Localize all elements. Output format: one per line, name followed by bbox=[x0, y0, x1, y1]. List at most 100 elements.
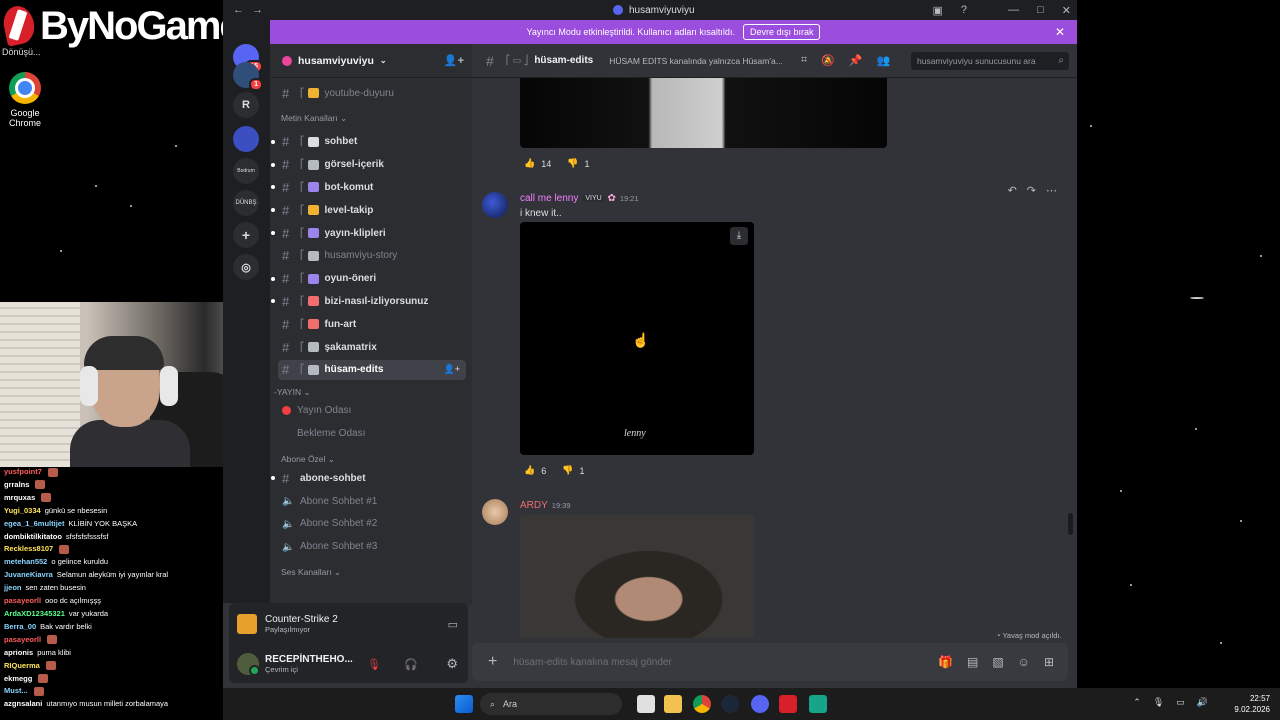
category-yayin[interactable]: -YAYIN ⌄ bbox=[274, 387, 311, 398]
deafen-icon[interactable]: 🎧 bbox=[404, 658, 418, 671]
stream-app-icon[interactable] bbox=[779, 695, 797, 713]
task-view-icon[interactable] bbox=[637, 695, 655, 713]
clock[interactable]: 22:57 9.02.2026 bbox=[1234, 693, 1270, 715]
message-author[interactable]: call me lenny VIYU ✿ 19:21 bbox=[520, 193, 639, 204]
attach-plus-icon[interactable]: + bbox=[488, 653, 497, 671]
apps-icon[interactable]: ⊞ bbox=[1044, 655, 1054, 669]
voice-channel-item[interactable]: Yayın Odası bbox=[278, 401, 466, 421]
channel-item[interactable]: # ⎡ bizi-nasıl-izliyorsunuz bbox=[271, 291, 466, 311]
channel-item[interactable]: # ⎡ sohbet bbox=[271, 132, 466, 152]
close-banner-icon[interactable]: ✕ bbox=[1055, 25, 1065, 39]
server-header[interactable]: husamviyuviyu ⌄ 👤+ bbox=[270, 44, 472, 78]
chat-username: jjeon bbox=[4, 583, 22, 593]
forward-icon[interactable]: ↷ bbox=[1027, 184, 1036, 197]
threads-icon[interactable]: ⌗ bbox=[801, 54, 807, 67]
channel-name: Abone Sohbet #1 bbox=[300, 495, 378, 507]
channel-name: bot-komut bbox=[324, 181, 374, 193]
server-avatar-3[interactable] bbox=[233, 126, 259, 152]
channel-item[interactable]: # ⎡ şakamatrix bbox=[278, 337, 466, 357]
more-icon[interactable]: ⋯ bbox=[1046, 184, 1057, 197]
file-explorer-icon[interactable] bbox=[664, 695, 682, 713]
nav-arrows-icon[interactable]: ←→ bbox=[233, 4, 271, 16]
scrollbar[interactable] bbox=[1068, 513, 1073, 535]
sticker-icon[interactable]: ▧ bbox=[992, 655, 1003, 669]
desktop-icon-chrome[interactable]: Google Chrome bbox=[4, 72, 46, 128]
minimize-button[interactable]: — bbox=[1008, 4, 1019, 17]
category-abone-ozel[interactable]: Abone Özel ⌄ bbox=[281, 454, 335, 465]
chat-username: yusfpoint7 bbox=[4, 467, 42, 476]
close-button[interactable]: ✕ bbox=[1062, 4, 1071, 17]
mic-muted-icon[interactable]: 🎙 bbox=[367, 658, 381, 671]
download-icon[interactable]: ⤓ bbox=[730, 227, 748, 245]
chat-message: günkü se nbesesin bbox=[44, 505, 108, 515]
channel-item[interactable]: 🔈 Abone Sohbet #1 bbox=[278, 491, 466, 511]
steam-icon[interactable] bbox=[721, 695, 739, 713]
video-attachment[interactable] bbox=[520, 515, 754, 638]
hash-icon: # bbox=[486, 52, 494, 69]
message-composer[interactable]: + hüsam-edits kanalına mesaj gönder 🎁 ▤ … bbox=[472, 643, 1068, 681]
channel-name: sohbet bbox=[324, 136, 358, 148]
gift-icon[interactable]: 🎁 bbox=[938, 655, 953, 669]
discover-icon[interactable]: ◎ bbox=[233, 254, 259, 280]
chat-line: dombiktilkitatoo sfsfsfsfsssfsf bbox=[4, 531, 224, 544]
server-avatar-r[interactable]: R bbox=[233, 92, 259, 118]
invite-icon[interactable]: 👤+ bbox=[444, 364, 460, 375]
channel-item[interactable]: # ⎡ level-takip bbox=[271, 200, 466, 220]
members-icon[interactable]: 👥 bbox=[877, 54, 891, 67]
voice-channel-item[interactable]: Bekleme Odası bbox=[278, 423, 466, 443]
invite-icon[interactable]: 👤+ bbox=[444, 54, 464, 67]
inbox-icon[interactable]: ▣ bbox=[932, 4, 942, 17]
channel-item[interactable]: # ⎡ youtube-duyuru bbox=[278, 83, 466, 103]
gear-icon[interactable]: ⚙ bbox=[446, 656, 458, 672]
search-icon: ⌕ bbox=[490, 698, 496, 709]
reaction-chip[interactable]: 👍 14 bbox=[520, 156, 555, 171]
gif-icon[interactable]: ▤ bbox=[967, 655, 978, 669]
video-attachment[interactable]: ⤓ lenny ☝ bbox=[520, 222, 754, 455]
channel-item[interactable]: # ⎡ husamviyu-story bbox=[278, 246, 466, 266]
bracket-decoration: ⎡ bbox=[300, 181, 305, 192]
help-icon[interactable]: ? bbox=[961, 4, 967, 17]
category-ses-kanallari[interactable]: Ses Kanalları ⌄ bbox=[281, 567, 341, 578]
channel-topic[interactable]: HÜSAM EDİTS kanalında yalnızca Hüsam'a..… bbox=[609, 56, 784, 66]
network-icon[interactable]: ▭ bbox=[1176, 697, 1185, 708]
emoji-icon[interactable]: ☺ bbox=[1018, 655, 1030, 669]
add-server-icon[interactable]: + bbox=[233, 222, 259, 248]
video-attachment[interactable] bbox=[520, 78, 887, 148]
reply-icon[interactable]: ↶ bbox=[1008, 184, 1017, 197]
channel-item[interactable]: # ⎡ fun-art bbox=[278, 314, 466, 334]
channel-item[interactable]: # ⎡ oyun-öneri bbox=[271, 269, 466, 289]
channel-item[interactable]: # ⎡ hüsam-edits 👤+ bbox=[278, 359, 466, 380]
reaction-chip[interactable]: 👎 1 bbox=[563, 156, 593, 171]
channel-item[interactable]: # ⎡ yayın-klipleri bbox=[271, 223, 466, 243]
notification-bell-icon[interactable]: 🔕 bbox=[821, 54, 835, 67]
channel-item[interactable]: # ⎡ görsel-içerik bbox=[271, 155, 466, 175]
avatar[interactable] bbox=[482, 499, 508, 525]
discord-icon[interactable] bbox=[751, 695, 769, 713]
server-avatar-2[interactable]: 1 bbox=[233, 62, 263, 91]
category-metin-kanallari[interactable]: Metin Kanalları ⌄ bbox=[281, 113, 347, 124]
channel-item[interactable]: 🔈 Abone Sohbet #2 bbox=[278, 514, 466, 534]
volume-icon[interactable]: 🔊 bbox=[1197, 697, 1208, 708]
reaction-chip[interactable]: 👍 6 bbox=[520, 463, 550, 478]
maximize-button[interactable]: □ bbox=[1037, 4, 1044, 17]
taskbar-search[interactable]: ⌕ Ara bbox=[480, 693, 622, 715]
mic-icon[interactable]: 🎙 bbox=[1153, 697, 1164, 708]
chevron-up-icon[interactable]: ⌃ bbox=[1133, 697, 1141, 708]
avatar[interactable] bbox=[482, 192, 508, 218]
start-icon[interactable] bbox=[455, 695, 473, 713]
reaction-chip[interactable]: 👎 1 bbox=[558, 463, 588, 478]
share-screen-icon[interactable]: ▭ bbox=[448, 618, 458, 631]
app-icon[interactable] bbox=[809, 695, 827, 713]
chrome-icon[interactable] bbox=[693, 695, 711, 713]
channel-item[interactable]: 🔈 Abone Sohbet #3 bbox=[278, 537, 466, 557]
server-avatar-bodrum[interactable]: Bodrum bbox=[233, 158, 259, 184]
message-author[interactable]: ARDY 19:39 bbox=[520, 500, 571, 511]
server-avatar-dunbs[interactable]: DÜNBŞ bbox=[233, 190, 259, 216]
disable-streamer-mode-button[interactable]: Devre dışı bırak bbox=[742, 24, 821, 40]
channel-item[interactable]: # ⎡ bot-komut bbox=[271, 177, 466, 197]
user-avatar[interactable] bbox=[237, 653, 260, 676]
channel-item[interactable]: # abone-sohbet bbox=[271, 468, 466, 488]
emote-icon bbox=[47, 467, 58, 477]
search-input[interactable]: husamviyuviyu sunucusunu ara ⌕ bbox=[911, 51, 1069, 70]
pin-icon[interactable]: 📌 bbox=[849, 54, 863, 67]
